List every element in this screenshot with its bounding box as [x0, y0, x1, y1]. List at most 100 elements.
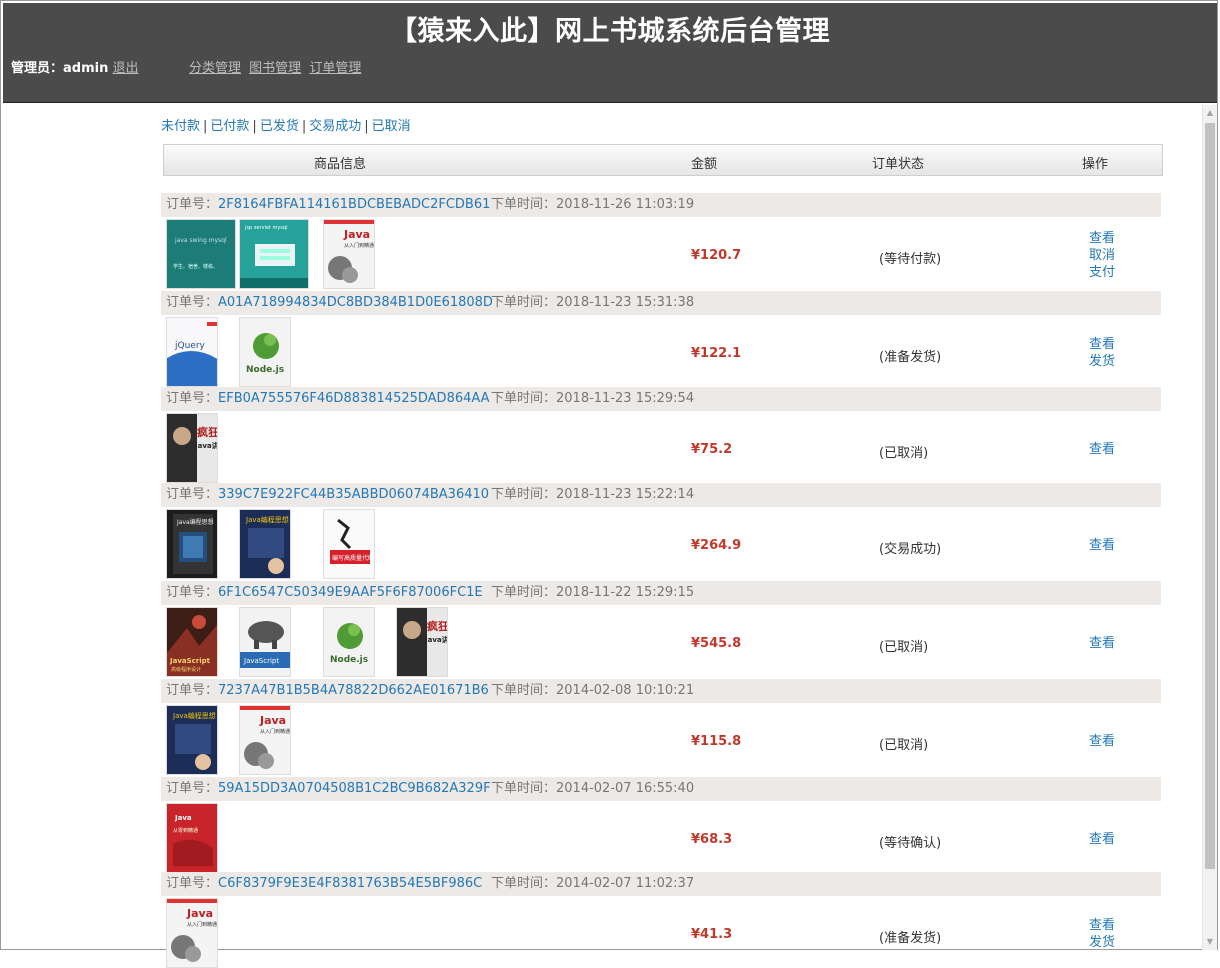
order-no-label: 订单号： — [166, 876, 219, 891]
order-time-label: 下单时间： — [491, 487, 557, 502]
admin-bar: 管理员：admin 退出 — [11, 57, 139, 76]
order-no-label: 订单号： — [166, 391, 219, 406]
filter-shipped[interactable]: 已发货 — [260, 119, 299, 134]
book-java-primer-thumbnail[interactable]: Java 从入门到精通 — [323, 219, 375, 289]
logout-link[interactable]: 退出 — [112, 61, 138, 76]
book-jsp-servlet-thumbnail[interactable]: jsp servlet mysql — [239, 219, 309, 289]
order-time-value: 2018-11-22 15:29:15 — [556, 585, 695, 600]
order-header: 订单号：339C7E922FC44B35ABBD06074BA36410 下单时间… — [161, 483, 1161, 507]
book-crazy-java-thumbnail[interactable]: 疯狂 Java讲义 — [396, 607, 448, 677]
order-header: 订单号：A01A718994834DC8BD384B1D0E61808D 下单时间… — [161, 291, 1161, 315]
view-order-link[interactable]: 查看 — [1089, 733, 1115, 750]
book-crazy-java-thumbnail[interactable]: 疯狂 Java讲义 — [166, 413, 218, 483]
order-status-filters: 未付款 | 已付款 | 已发货 | 交易成功 | 已取消 — [161, 115, 411, 134]
order-id: A01A718994834DC8BD384B1D0E61808D — [218, 295, 493, 310]
view-order-link[interactable]: 查看 — [1089, 917, 1115, 934]
col-amount: 金额 — [691, 157, 718, 172]
order-time-value: 2014-02-08 10:10:21 — [556, 683, 695, 698]
order-amount: ¥120.7 — [691, 248, 742, 263]
order-time-label: 下单时间： — [491, 876, 557, 891]
site-title: 【猿来入此】网上书城系统后台管理 — [390, 16, 830, 47]
order-row: JavaScript 高级程序设计 JavaScript Node.js 疯狂 Java讲… — [161, 607, 1161, 677]
order-time: 下单时间：2018-11-26 11:03:19 — [491, 193, 694, 217]
order-row: 疯狂 Java讲义 ¥75.2 (已取消) 查看 — [161, 413, 1161, 483]
svg-text:Java讲义: Java讲义 — [424, 635, 448, 644]
order-actions: 查看 — [1089, 441, 1115, 458]
scroll-up-arrow-icon[interactable]: ▲ — [1203, 105, 1217, 121]
svg-text:Java编程思想: Java编程思想 — [245, 515, 289, 524]
ship-order-link[interactable]: 发货 — [1089, 353, 1115, 370]
order-amount: ¥122.1 — [691, 346, 742, 361]
order-id: 339C7E922FC44B35ABBD06074BA36410 — [218, 487, 490, 502]
view-order-link[interactable]: 查看 — [1089, 635, 1115, 652]
book-thinking-java-thumbnail[interactable]: Java编程思想 — [166, 705, 218, 775]
scroll-down-arrow-icon[interactable]: ▼ — [1203, 934, 1217, 950]
order-id: 7237A47B1B5B4A78822D662AE01671B6 — [218, 683, 489, 698]
order-id: C6F8379F9E3E4F8381763B54E5BF986C — [218, 876, 483, 891]
svg-text:Java: Java — [174, 814, 192, 822]
filter-completed[interactable]: 交易成功 — [309, 119, 361, 134]
order-time: 下单时间：2014-02-07 11:02:37 — [491, 872, 694, 896]
order-time-value: 2014-02-07 16:55:40 — [556, 781, 695, 796]
order-status: (等待付款) — [879, 252, 942, 267]
book-java-primer-thumbnail[interactable]: Java 从入门到精通 — [166, 898, 218, 968]
ship-order-link[interactable]: 发货 — [1089, 934, 1115, 951]
order-row: Java编程思想 Java编程思想 编写高质量代码 ¥264.9 (交易成功) 查看 — [161, 509, 1161, 579]
filter-paid[interactable]: 已付款 — [210, 119, 249, 134]
order-id: 59A15DD3A0704508B1C2BC9B682A329F — [218, 781, 491, 796]
vertical-scrollbar[interactable]: ▲ ▼ — [1202, 105, 1217, 950]
order-header: 订单号：C6F8379F9E3E4F8381763B54E5BF986C 下单时间… — [161, 872, 1161, 896]
nav-order-management[interactable]: 订单管理 — [309, 61, 361, 76]
scroll-thumb[interactable] — [1205, 123, 1215, 869]
filter-cancelled[interactable]: 已取消 — [372, 119, 411, 134]
order-time: 下单时间：2014-02-08 10:10:21 — [491, 679, 694, 703]
book-nodejs-thumbnail[interactable]: Node.js — [323, 607, 375, 677]
separator: | — [301, 119, 307, 134]
separator: | — [252, 119, 257, 134]
order-time-label: 下单时间： — [491, 683, 557, 698]
nav-category-management[interactable]: 分类管理 — [189, 61, 241, 76]
book-jquery-thumbnail[interactable]: jQuery — [166, 317, 218, 387]
view-order-link[interactable]: 查看 — [1089, 831, 1115, 848]
order-amount: ¥545.8 — [691, 636, 742, 651]
order-time: 下单时间：2018-11-23 15:31:38 — [491, 291, 694, 315]
order-row: jQuery Node.js ¥122.1 (准备发货) 查看 发货 — [161, 317, 1161, 387]
book-java-red-thumbnail[interactable]: Java 从零到精通 — [166, 803, 218, 873]
nav-book-management[interactable]: 图书管理 — [249, 61, 301, 76]
svg-text:JavaScript: JavaScript — [169, 657, 211, 665]
svg-text:从入门到精通: 从入门到精通 — [187, 921, 217, 928]
cancel-order-link[interactable]: 取消 — [1089, 247, 1115, 264]
order-id: EFB0A755576F46D883814525DAD864AA — [218, 391, 490, 406]
book-quality-code-thumbnail[interactable]: 编写高质量代码 — [323, 509, 375, 579]
order-row: Java 从零到精通 ¥68.3 (等待确认) 查看 — [161, 803, 1161, 873]
book-nodejs-thumbnail[interactable]: Node.js — [239, 317, 291, 387]
page-header: 【猿来入此】网上书城系统后台管理 管理员：admin 退出 分类管理 图书管理 … — [3, 3, 1217, 103]
order-time-value: 2014-02-07 11:02:37 — [556, 876, 695, 891]
svg-text:jsp servlet mysql: jsp servlet mysql — [244, 225, 287, 231]
view-order-link[interactable]: 查看 — [1089, 537, 1115, 554]
order-no-label: 订单号： — [166, 585, 219, 600]
book-thinking-java-thumbnail[interactable]: Java编程思想 — [239, 509, 291, 579]
order-row: java swing mysql 学生、宿舍、楼栋、 jsp servlet mys… — [161, 219, 1161, 289]
order-actions: 查看 — [1089, 733, 1115, 750]
svg-text:Java: Java — [343, 228, 370, 241]
book-js-advanced-thumbnail[interactable]: JavaScript 高级程序设计 — [166, 607, 218, 677]
order-amount: ¥41.3 — [691, 927, 733, 942]
book-java-swing-thumbnail[interactable]: java swing mysql 学生、宿舍、楼栋、 — [166, 219, 236, 289]
book-js-rhino-thumbnail[interactable]: JavaScript — [239, 607, 291, 677]
separator: | — [364, 119, 369, 134]
view-order-link[interactable]: 查看 — [1089, 336, 1115, 353]
order-actions: 查看 — [1089, 635, 1115, 652]
book-java-set-thumbnail[interactable]: Java编程思想 — [166, 509, 218, 579]
order-time-value: 2018-11-23 15:29:54 — [556, 391, 695, 406]
view-order-link[interactable]: 查看 — [1089, 441, 1115, 458]
filter-unpaid[interactable]: 未付款 — [161, 119, 200, 134]
svg-text:编写高质量代码: 编写高质量代码 — [332, 554, 374, 562]
order-time-value: 2018-11-23 15:22:14 — [556, 487, 695, 502]
order-time: 下单时间：2018-11-23 15:22:14 — [491, 483, 694, 507]
order-actions: 查看 — [1089, 831, 1115, 848]
view-order-link[interactable]: 查看 — [1089, 230, 1115, 247]
pay-order-link[interactable]: 支付 — [1089, 264, 1115, 281]
svg-text:Node.js: Node.js — [330, 655, 368, 665]
book-java-primer-thumbnail[interactable]: Java 从入门到精通 — [239, 705, 291, 775]
